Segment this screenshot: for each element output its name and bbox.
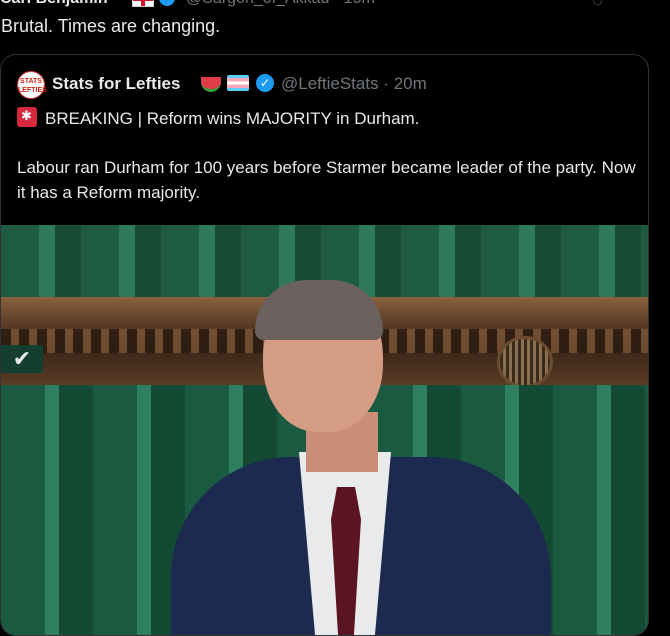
- avatar[interactable]: STATS LEFTIES: [17, 71, 47, 99]
- outer-handle-time[interactable]: @Sargon_of_Akkad · 15m: [186, 0, 375, 8]
- quoted-handle-time[interactable]: @LeftieStats · 20m: [281, 74, 427, 94]
- outer-author-name[interactable]: Carl Benjamin: [0, 0, 108, 8]
- england-flag-emoji-icon: [132, 0, 154, 7]
- outer-post-text: Brutal. Times are changing.: [1, 16, 221, 36]
- siren-emoji-icon: [17, 107, 37, 127]
- checkmark-icon: ✔: [1, 345, 43, 373]
- quoted-author-name[interactable]: Stats for Lefties: [52, 74, 180, 94]
- quoted-headline: BREAKING | Reform wins MAJORITY in Durha…: [45, 109, 420, 128]
- verified-badge-icon: [159, 0, 175, 6]
- outer-post-header: Carl Benjamin @Sargon_of_Akkad · 15m ◌ ·…: [0, 0, 670, 12]
- quoted-post-header: STATS LEFTIES Stats for Lefties ✓ @Lefti…: [17, 71, 637, 101]
- watermelon-emoji-icon: [201, 77, 221, 92]
- quoted-post-photo[interactable]: ✔: [1, 225, 648, 635]
- quoted-body-text: Labour ran Durham for 100 years before S…: [17, 158, 636, 202]
- grok-icon[interactable]: ◌: [592, 0, 603, 11]
- photo-man: [171, 257, 551, 635]
- quoted-headline-line: BREAKING | Reform wins MAJORITY in Durha…: [17, 107, 419, 129]
- quoted-post-card[interactable]: STATS LEFTIES Stats for Lefties ✓ @Lefti…: [0, 54, 649, 636]
- transgender-flag-emoji-icon: [227, 75, 249, 91]
- photo-hair: [255, 280, 383, 340]
- more-icon[interactable]: ···: [626, 0, 647, 9]
- verified-badge-icon: ✓: [256, 74, 274, 92]
